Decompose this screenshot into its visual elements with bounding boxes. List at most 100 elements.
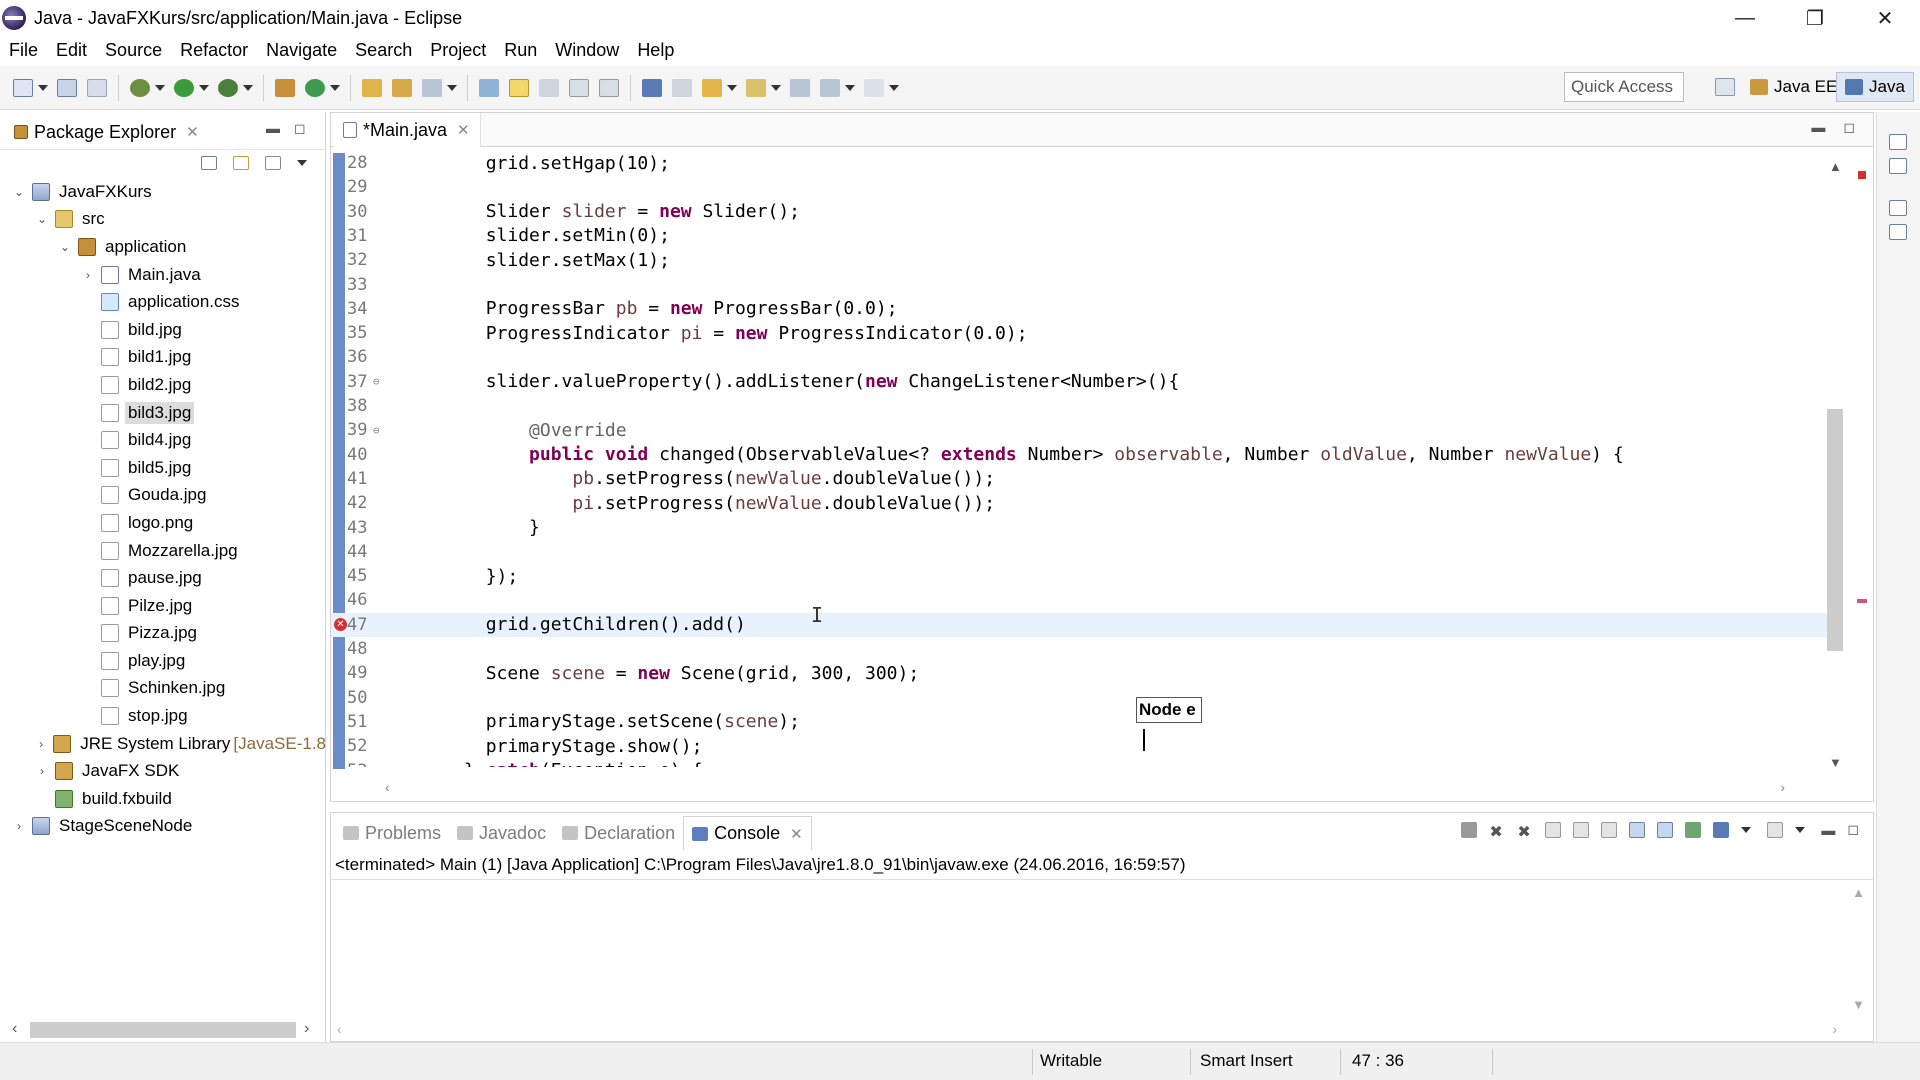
- package-explorer-tab[interactable]: Package Explorer ✕: [6, 116, 207, 148]
- tree-item[interactable]: › JRE System Library [JavaSE-1.8: [0, 730, 326, 758]
- code-line[interactable]: 34 ProgressBar pb = new ProgressBar(0.0)…: [331, 297, 1831, 321]
- menu-file[interactable]: File: [0, 36, 47, 64]
- debug-dropdown-icon[interactable]: [155, 84, 165, 91]
- toggle-word-wrap-icon[interactable]: [509, 78, 529, 97]
- code-line[interactable]: 31 slider.setMin(0);: [331, 224, 1831, 248]
- pin-editor-icon[interactable]: [672, 78, 692, 97]
- editor-tab-main-java[interactable]: *Main.java ✕: [333, 113, 481, 147]
- code-line[interactable]: 43 }: [331, 516, 1831, 540]
- code-line[interactable]: 40 public void changed(ObservableValue<?…: [331, 443, 1831, 467]
- show-on-stdout-icon[interactable]: [1629, 821, 1646, 838]
- task-list-icon[interactable]: [1889, 158, 1907, 174]
- tree-item[interactable]: application.css: [0, 288, 326, 316]
- scroll-left-icon[interactable]: ‹: [12, 1020, 17, 1038]
- tree-item[interactable]: bild2.jpg: [0, 371, 326, 399]
- show-whitespace-icon[interactable]: [569, 78, 589, 97]
- code-line[interactable]: 46: [331, 588, 1831, 612]
- tree-item[interactable]: bild.jpg: [0, 316, 326, 344]
- code-line[interactable]: 49 Scene scene = new Scene(grid, 300, 30…: [331, 661, 1831, 685]
- chevron-right-icon[interactable]: ›: [35, 737, 47, 751]
- next-annotation-dropdown-icon[interactable]: [727, 84, 737, 91]
- chevron-down-icon[interactable]: ⌄: [35, 212, 49, 226]
- package-explorer-hscroll[interactable]: ‹ ›: [8, 1018, 318, 1042]
- scroll-thumb[interactable]: [1827, 409, 1843, 651]
- menu-window[interactable]: Window: [546, 36, 628, 64]
- pin-console-icon[interactable]: [1685, 821, 1702, 838]
- save-all-icon[interactable]: [87, 78, 107, 97]
- maximize-view-icon[interactable]: ◻: [1847, 821, 1859, 838]
- code-line[interactable]: 44: [331, 540, 1831, 564]
- search-dropdown-icon[interactable]: [447, 84, 457, 91]
- search-icon[interactable]: [422, 78, 442, 97]
- code-line[interactable]: 33: [331, 273, 1831, 297]
- editor-hscroll[interactable]: ‹ ›: [385, 779, 1785, 797]
- code-line[interactable]: 42 pi.setProgress(newValue.doubleValue()…: [331, 491, 1831, 515]
- maximize-editor-icon[interactable]: ◻: [1843, 119, 1855, 136]
- close-icon[interactable]: ✕: [790, 825, 803, 843]
- tree-item[interactable]: Gouda.jpg: [0, 482, 326, 510]
- toggle-block-selection-icon[interactable]: [539, 78, 559, 97]
- previous-annotation-icon[interactable]: [746, 78, 766, 97]
- restore-view-icon[interactable]: [1889, 200, 1907, 216]
- scroll-lock-icon[interactable]: [1573, 821, 1590, 838]
- new-icon[interactable]: [13, 78, 33, 97]
- remove-launch-icon[interactable]: ✖: [1489, 822, 1505, 841]
- code-line[interactable]: ✕ 47 grid.getChildren().add(): [331, 612, 1831, 637]
- menu-refactor[interactable]: Refactor: [171, 36, 257, 64]
- tree-item[interactable]: ⌄ application: [0, 233, 326, 261]
- open-perspective-icon[interactable]: [1715, 78, 1735, 96]
- scroll-right-icon[interactable]: ›: [304, 1020, 309, 1038]
- remove-all-terminated-icon[interactable]: ✖: [1517, 822, 1533, 841]
- chevron-down-icon[interactable]: ⌄: [12, 185, 26, 199]
- chevron-right-icon[interactable]: ›: [81, 268, 95, 282]
- terminate-icon[interactable]: [1461, 821, 1478, 838]
- chevron-right-icon[interactable]: ›: [12, 819, 26, 833]
- tree-item[interactable]: › Main.java: [0, 261, 326, 289]
- error-summary-icon[interactable]: [1858, 171, 1866, 179]
- tree-item[interactable]: Schinken.jpg: [0, 675, 326, 703]
- open-type-icon[interactable]: [362, 78, 382, 97]
- menu-project[interactable]: Project: [421, 36, 495, 64]
- scroll-right-icon[interactable]: ›: [1780, 779, 1785, 795]
- restore-view-icon[interactable]: [1889, 134, 1907, 150]
- menu-run[interactable]: Run: [495, 36, 546, 64]
- tab-javadoc[interactable]: Javadoc: [449, 816, 554, 850]
- scroll-thumb[interactable]: [30, 1022, 296, 1038]
- code-line[interactable]: 38: [331, 394, 1831, 418]
- scroll-right-icon[interactable]: ›: [1832, 1021, 1837, 1037]
- previous-annotation-dropdown-icon[interactable]: [771, 84, 781, 91]
- menu-help[interactable]: Help: [628, 36, 683, 64]
- outline-icon[interactable]: [1889, 224, 1907, 240]
- code-line[interactable]: 30 Slider slider = new Slider();: [331, 200, 1831, 224]
- code-line[interactable]: 53 } catch(Exception e) {: [331, 759, 1831, 767]
- restore-button[interactable]: ❐: [1780, 0, 1850, 36]
- link-with-editor-icon[interactable]: [233, 156, 249, 170]
- quick-access-input[interactable]: Quick Access: [1564, 72, 1684, 102]
- fold-collapse-icon[interactable]: ⊖: [373, 424, 380, 437]
- scroll-left-icon[interactable]: ‹: [385, 779, 390, 795]
- show-on-stderr-icon[interactable]: [1657, 821, 1674, 838]
- code-line[interactable]: 45 });: [331, 564, 1831, 588]
- chevron-right-icon[interactable]: ›: [35, 764, 49, 778]
- minimize-view-icon[interactable]: ▬: [1821, 822, 1835, 838]
- open-task-icon[interactable]: [392, 78, 412, 97]
- scroll-up-icon[interactable]: ▲: [1829, 159, 1842, 174]
- code-area[interactable]: 28 grid.setHgap(10); 29 30 Slider slider =…: [331, 155, 1873, 767]
- pilcrow-icon[interactable]: [599, 78, 619, 97]
- menu-edit[interactable]: Edit: [47, 36, 96, 64]
- error-marker[interactable]: [1857, 599, 1867, 603]
- save-icon[interactable]: [57, 78, 77, 97]
- editor-vscroll[interactable]: ▲ ▼: [1825, 159, 1845, 771]
- back-dropdown-icon[interactable]: [845, 84, 855, 91]
- perspective-java[interactable]: Java: [1836, 72, 1914, 102]
- next-annotation-icon[interactable]: [702, 78, 722, 97]
- scroll-up-icon[interactable]: ▲: [1852, 885, 1865, 900]
- minimize-button[interactable]: —: [1710, 0, 1780, 36]
- tree-item[interactable]: stop.jpg: [0, 702, 326, 730]
- scroll-down-icon[interactable]: ▼: [1852, 997, 1865, 1012]
- code-line[interactable]: 29: [331, 175, 1831, 199]
- new-java-package-icon[interactable]: [275, 78, 295, 97]
- tree-item[interactable]: bild4.jpg: [0, 426, 326, 454]
- tree-item[interactable]: bild5.jpg: [0, 454, 326, 482]
- menu-navigate[interactable]: Navigate: [257, 36, 346, 64]
